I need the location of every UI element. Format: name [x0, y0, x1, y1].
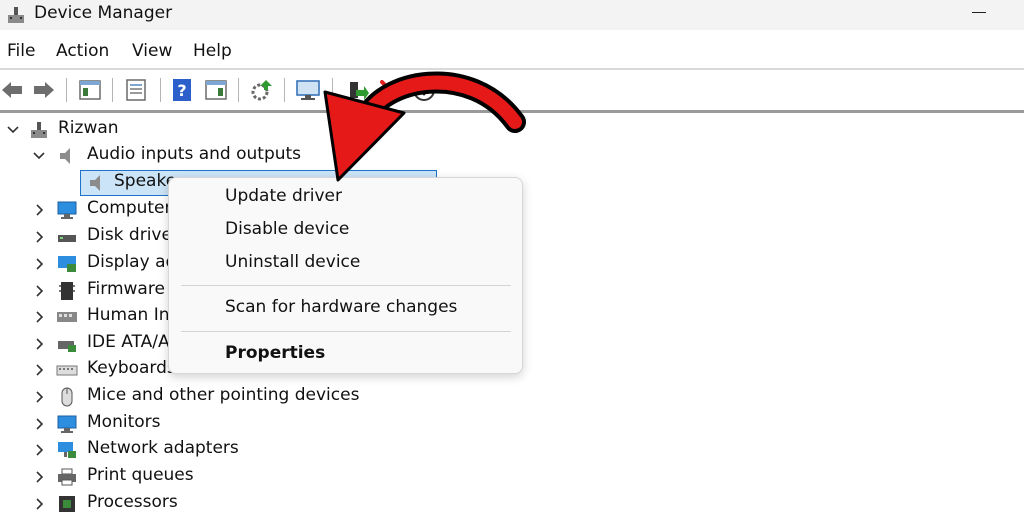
tree-root-label: Rizwan: [58, 118, 119, 138]
menu-item-properties[interactable]: Properties: [225, 343, 325, 363]
menu-separator: [181, 285, 511, 286]
keyboard-icon: [56, 365, 78, 376]
disk-drive-icon: [58, 235, 76, 242]
scan-monitor-icon[interactable]: [294, 76, 322, 104]
ide-controller-icon: [58, 341, 76, 352]
display-adapter-icon: [58, 256, 76, 272]
tree-item-label: Mice and other pointing devices: [87, 385, 360, 405]
firmware-chip-icon: [59, 282, 75, 300]
uninstall-x-icon[interactable]: [376, 76, 404, 104]
chevron-right-icon[interactable]: [30, 308, 48, 326]
minimize-button[interactable]: [972, 12, 986, 13]
toolbar-separator: [66, 78, 67, 102]
properties-sheet-icon[interactable]: [122, 76, 150, 104]
toolbar-separator: [160, 78, 161, 102]
toolbar-separator: [238, 78, 239, 102]
toolbar: ?: [0, 70, 1024, 113]
tree-item-label: Disk drives: [87, 225, 181, 245]
tree-item-label: Human Int: [87, 305, 177, 325]
chevron-right-icon[interactable]: [30, 361, 48, 379]
help-icon[interactable]: ?: [168, 76, 196, 104]
tree-item-label: Firmware: [87, 279, 165, 299]
title-bar: Device Manager: [0, 0, 1024, 30]
human-interface-icon: [57, 312, 77, 322]
menu-separator: [181, 331, 511, 332]
tree-item-label: Keyboards: [87, 358, 176, 378]
tree-item-network-adapters[interactable]: Network adapters: [0, 437, 1024, 463]
computer-network-icon: [31, 122, 47, 138]
tree-item-monitors[interactable]: Monitors: [0, 411, 1024, 437]
toolbar-separator: [332, 78, 333, 102]
network-adapter-icon: [58, 442, 76, 458]
svg-text:?: ?: [177, 81, 186, 100]
speaker-icon: [60, 148, 70, 164]
tree-item-label: Computer: [87, 198, 172, 218]
menu-file[interactable]: File: [7, 41, 35, 61]
window-title: Device Manager: [34, 3, 173, 23]
toolbar-separator: [112, 78, 113, 102]
forward-arrow-icon[interactable]: [30, 76, 58, 104]
menu-action[interactable]: Action: [56, 41, 109, 61]
download-circle-icon[interactable]: [410, 76, 438, 104]
chevron-right-icon[interactable]: [30, 282, 48, 300]
action-pane-icon[interactable]: [202, 76, 230, 104]
menu-item-uninstall-device[interactable]: Uninstall device: [225, 252, 360, 272]
tree-item-label: Display ad: [87, 252, 177, 272]
chevron-right-icon[interactable]: [30, 388, 48, 406]
enable-device-icon[interactable]: [342, 76, 370, 104]
tree-item-print-queues[interactable]: Print queues: [0, 464, 1024, 490]
menu-bar: File Action View Help: [0, 34, 1024, 70]
menu-item-update-driver[interactable]: Update driver: [225, 186, 342, 206]
tree-item-audio[interactable]: Audio inputs and outputs: [0, 143, 1024, 169]
show-hide-tree-icon[interactable]: [76, 76, 104, 104]
chevron-right-icon[interactable]: [30, 415, 48, 433]
speaker-icon: [90, 175, 100, 191]
chevron-right-icon[interactable]: [30, 255, 48, 273]
chevron-right-icon[interactable]: [30, 201, 48, 219]
chevron-right-icon[interactable]: [30, 335, 48, 353]
menu-help[interactable]: Help: [193, 41, 232, 61]
tree-item-processors[interactable]: Processors: [0, 491, 1024, 517]
tree-item-label: IDE ATA/AT: [87, 332, 179, 352]
tree-item-label: Speake: [114, 171, 177, 191]
chevron-right-icon[interactable]: [30, 495, 48, 513]
tree-item-label: Audio inputs and outputs: [87, 144, 302, 164]
printer-icon: [58, 468, 76, 486]
chevron-down-icon[interactable]: [4, 121, 22, 139]
context-menu: Update driver Disable device Uninstall d…: [168, 177, 523, 374]
monitor-icon: [57, 415, 77, 433]
chevron-right-icon[interactable]: [30, 228, 48, 246]
toolbar-separator: [284, 78, 285, 102]
tree-item-label: Processors: [87, 492, 178, 512]
tree-item-mice[interactable]: Mice and other pointing devices: [0, 384, 1024, 410]
chevron-down-icon[interactable]: [30, 147, 48, 165]
update-driver-icon[interactable]: [248, 76, 276, 104]
chevron-right-icon[interactable]: [30, 468, 48, 486]
menu-view[interactable]: View: [132, 41, 172, 61]
back-arrow-icon[interactable]: [0, 76, 26, 104]
monitor-icon: [57, 201, 77, 219]
tree-item-label: Print queues: [87, 465, 194, 485]
chevron-right-icon[interactable]: [30, 441, 48, 459]
tree-item-label: Network adapters: [87, 438, 239, 458]
menu-item-disable-device[interactable]: Disable device: [225, 219, 349, 239]
device-manager-app-icon: [8, 7, 24, 23]
mouse-icon: [61, 387, 73, 407]
menu-item-scan-hardware[interactable]: Scan for hardware changes: [225, 297, 457, 317]
tree-root-row[interactable]: Rizwan: [0, 117, 1024, 143]
tree-item-label: Monitors: [87, 412, 161, 432]
